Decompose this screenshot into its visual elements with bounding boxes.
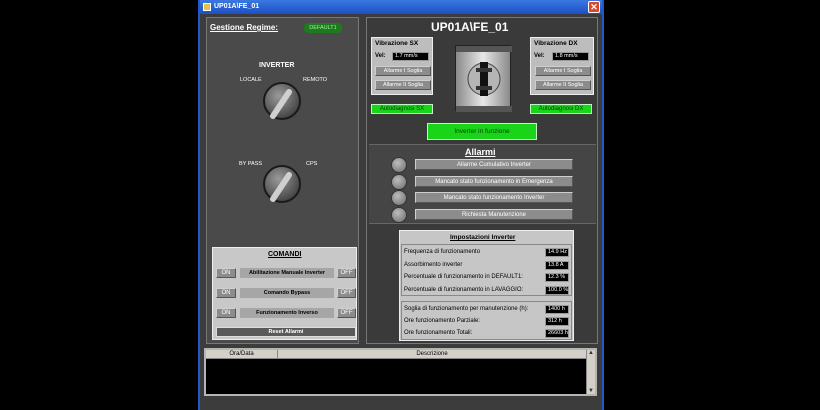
setting-label: Percentuale di funzionamento in DEFAULT1… — [404, 274, 523, 280]
alarm-lamp-4 — [391, 207, 407, 223]
comandi-box: COMANDI ON Abilitazione Manuale Inverter… — [212, 247, 357, 340]
vibrazione-sx-box: Vibrazione SX Vel: 1.7 mm/s Allarme I So… — [371, 37, 433, 95]
scroll-down-icon[interactable]: ▼ — [588, 388, 594, 394]
main-window: UP01A\FE_01 ✕ Gestione Regime: DEFAULT1 … — [198, 0, 604, 410]
switch-remoto-label: REMOTO — [303, 77, 328, 83]
default-badge: DEFAULT1 — [304, 23, 342, 33]
vib-sx-alarm2-button[interactable]: Allarme II Soglia — [375, 80, 431, 90]
setting-label: Soglia di funzionamento per manutenzione… — [404, 306, 529, 312]
inverter-title: INVERTER — [259, 62, 295, 69]
setting-label: Frequenza di funzionamento — [404, 249, 481, 255]
vib-dx-alarm2-button[interactable]: Allarme II Soglia — [535, 80, 591, 90]
setting-value: 12.3 % — [545, 273, 569, 282]
log-col-descrizione[interactable]: Descrizione — [278, 350, 586, 359]
setting-value: 14.9 Hz — [545, 248, 569, 257]
alarm-lamp-3 — [391, 190, 407, 206]
title-bar: UP01A\FE_01 ✕ — [200, 0, 602, 14]
vib-dx-alarm1-button[interactable]: Allarme I Soglia — [535, 66, 591, 76]
setting-label: Percentuale di funzionamento in LAVAGGIO… — [404, 287, 524, 293]
vel-dx-label: Vel: — [534, 53, 545, 59]
allarmi-section: Allarmi Allarme Cumulativo Inverter Manc… — [369, 144, 596, 224]
event-log[interactable]: Ora/Data Descrizione ▲ ▼ — [204, 348, 597, 396]
fan-image — [455, 45, 512, 112]
vel-sx-value: 1.7 mm/s — [392, 52, 429, 61]
vel-dx-value: 1.8 mm/s — [552, 52, 589, 61]
vibrazione-dx-title: Vibrazione DX — [534, 40, 578, 47]
row1-off-button[interactable]: OFF — [337, 268, 356, 278]
setting-value: 100.0 % — [545, 286, 569, 295]
switch-bypass-label: BY PASS — [239, 161, 263, 167]
locale-remoto-selector[interactable] — [263, 82, 301, 120]
selector-handle-icon — [270, 172, 292, 202]
bypass-cps-selector[interactable] — [263, 165, 301, 203]
alarm-item-4[interactable]: Richiesta Manutenzione — [415, 209, 573, 220]
comandi-title: COMANDI — [268, 251, 302, 258]
setting-label: Ore funzionamento Totali: — [404, 330, 473, 336]
vibrazione-dx-box: Vibrazione DX Vel: 1.8 mm/s Allarme I So… — [530, 37, 594, 95]
impostazioni-title: Impostazioni Inverter — [450, 234, 516, 241]
alarm-lamp-2 — [391, 174, 407, 190]
row1-label: Abilitazione Manuale Inverter — [240, 268, 334, 278]
selector-handle-icon — [270, 89, 292, 119]
setting-value: 26603 h — [545, 329, 569, 338]
left-panel: Gestione Regime: DEFAULT1 INVERTER LOCAL… — [206, 17, 359, 344]
inverter-status-indicator: Inverter in funzione — [427, 123, 537, 140]
setting-label: Ore funzionamento Parziale: — [404, 318, 481, 324]
row3-label: Funzionamento Inverso — [240, 308, 334, 318]
row1-on-button[interactable]: ON — [216, 268, 236, 278]
switch-locale-label: LOCALE — [240, 77, 262, 83]
vib-sx-alarm1-button[interactable]: Allarme I Soglia — [375, 66, 431, 76]
station-title: UP01A\FE_01 — [431, 20, 509, 34]
log-scrollbar[interactable]: ▲ ▼ — [586, 350, 595, 394]
row2-label: Comando Bypass — [240, 288, 334, 298]
reset-allarmi-button[interactable]: Reset Allarmi — [216, 327, 356, 337]
setting-value: 13.8 A — [545, 261, 569, 270]
allarmi-title: Allarmi — [465, 147, 496, 157]
fan-icon — [456, 46, 512, 112]
setting-label: Assorbimento inverter — [404, 262, 463, 268]
app-icon — [203, 3, 211, 11]
autodiagnosi-sx-indicator: Autodiagnosi SX — [371, 104, 433, 114]
vibrazione-sx-title: Vibrazione SX — [375, 40, 419, 47]
alarm-lamp-1 — [391, 157, 407, 173]
alarm-item-3[interactable]: Mancato stato funzionamento Inverter — [415, 192, 573, 203]
window-title: UP01A\FE_01 — [214, 3, 260, 10]
row2-on-button[interactable]: ON — [216, 288, 236, 298]
row2-off-button[interactable]: OFF — [337, 288, 356, 298]
right-panel: UP01A\FE_01 Vibrazione SX Vel: 1.7 mm/s … — [366, 17, 598, 344]
impostazioni-box: Impostazioni Inverter Frequenza di funzi… — [399, 230, 574, 341]
setting-value: 1400 h — [545, 305, 569, 314]
switch-cps-label: CPS — [306, 161, 318, 167]
scroll-up-icon[interactable]: ▲ — [588, 350, 594, 356]
setting-value: 312 h — [545, 317, 569, 326]
vel-sx-label: Vel: — [375, 53, 386, 59]
row3-off-button[interactable]: OFF — [337, 308, 356, 318]
impostazioni-group-2: Soglia di funzionamento per manutenzione… — [401, 301, 572, 340]
row3-on-button[interactable]: ON — [216, 308, 236, 318]
alarm-item-2[interactable]: Mancato stato funzionamento in Emergenza — [415, 176, 573, 187]
log-col-ora-data[interactable]: Ora/Data — [206, 350, 278, 359]
autodiagnosi-dx-indicator: Autodiagnosi DX — [530, 104, 592, 114]
log-header: Ora/Data Descrizione — [206, 350, 586, 359]
gestione-regime-label: Gestione Regime: — [210, 23, 279, 32]
close-button[interactable]: ✕ — [588, 1, 600, 13]
impostazioni-group-1: Frequenza di funzionamento 14.9 Hz Assor… — [401, 244, 572, 296]
alarm-item-1[interactable]: Allarme Cumulativo Inverter — [415, 159, 573, 170]
